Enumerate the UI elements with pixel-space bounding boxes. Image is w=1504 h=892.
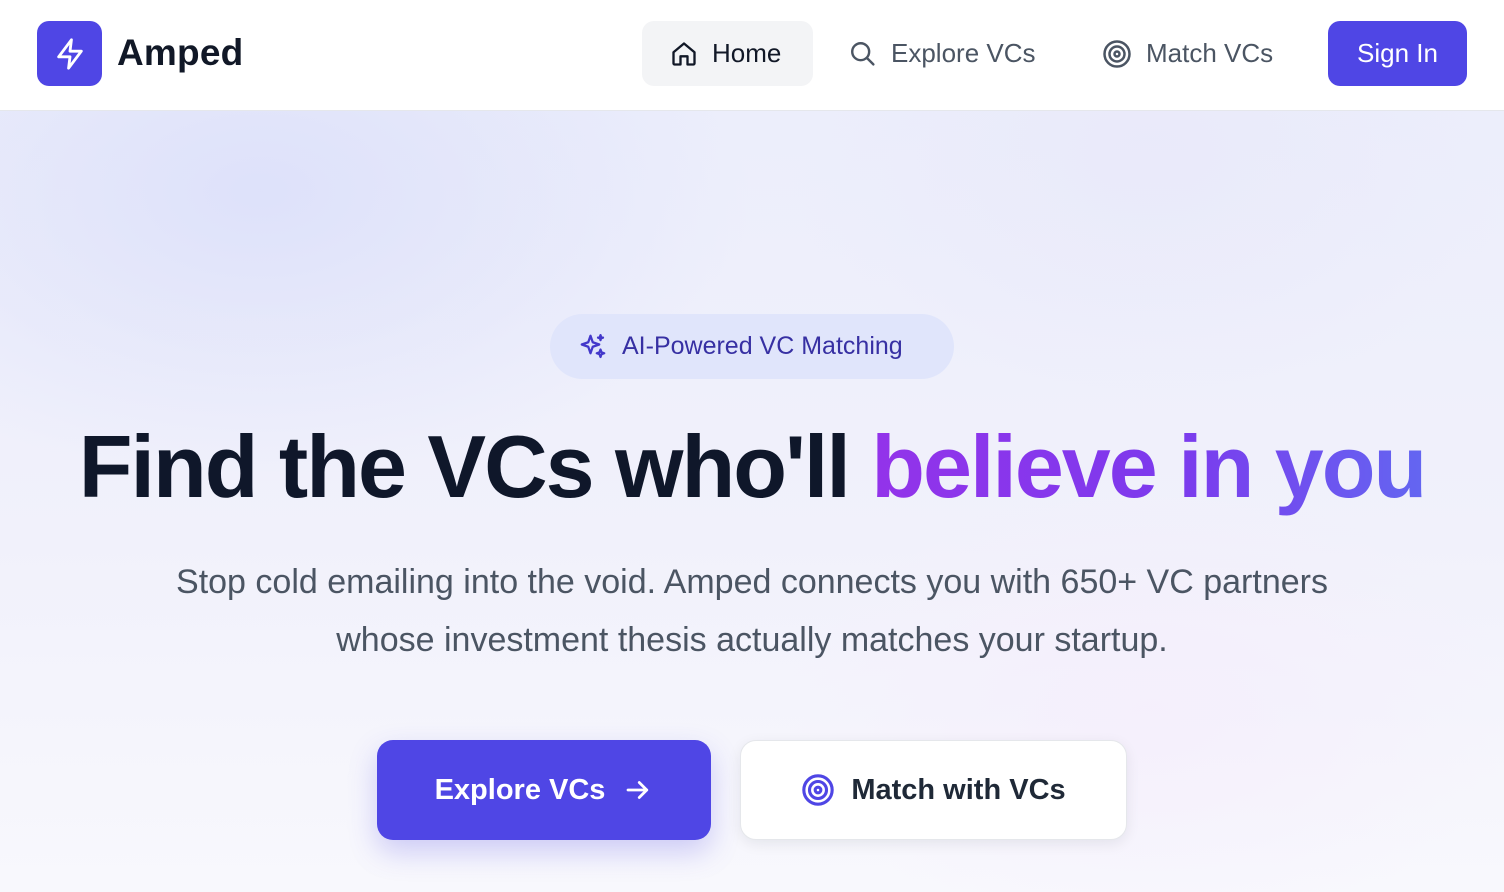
ai-badge-label: AI-Powered VC Matching <box>622 332 903 360</box>
hero-subtext: Stop cold emailing into the void. Amped … <box>176 563 1328 659</box>
nav-explore-vcs[interactable]: Explore VCs <box>848 21 1048 86</box>
explore-vcs-button-label: Explore VCs <box>434 773 606 806</box>
top-navbar: Amped Home Explore VCs Match VCs Sign In <box>0 0 1504 111</box>
nav-home-label: Home <box>712 38 782 68</box>
nav-match-vcs[interactable]: Match VCs <box>1102 21 1292 86</box>
target-icon <box>1102 39 1132 69</box>
target-icon <box>801 773 835 807</box>
sign-in-button[interactable]: Sign In <box>1328 21 1467 86</box>
nav-explore-label: Explore VCs <box>891 38 1036 68</box>
explore-vcs-button[interactable]: Explore VCs <box>377 740 711 840</box>
hero-headline: Find the VCs who'll believe in you <box>0 415 1504 519</box>
arrow-right-icon <box>623 775 653 805</box>
search-icon <box>848 39 877 68</box>
match-with-vcs-button[interactable]: Match with VCs <box>740 740 1127 840</box>
brand-name[interactable]: Amped <box>117 30 243 76</box>
match-with-vcs-button-label: Match with VCs <box>851 773 1066 806</box>
sparkles-icon <box>578 332 608 362</box>
headline-main: Find the VCs who'll <box>78 417 872 516</box>
headline-accent: believe in you <box>871 417 1427 516</box>
lightning-bolt-icon <box>53 37 87 71</box>
nav-match-label: Match VCs <box>1146 38 1274 68</box>
logo[interactable] <box>37 21 102 86</box>
ai-badge: AI-Powered VC Matching <box>550 314 954 379</box>
nav-home[interactable]: Home <box>642 21 813 86</box>
home-icon <box>670 40 698 68</box>
